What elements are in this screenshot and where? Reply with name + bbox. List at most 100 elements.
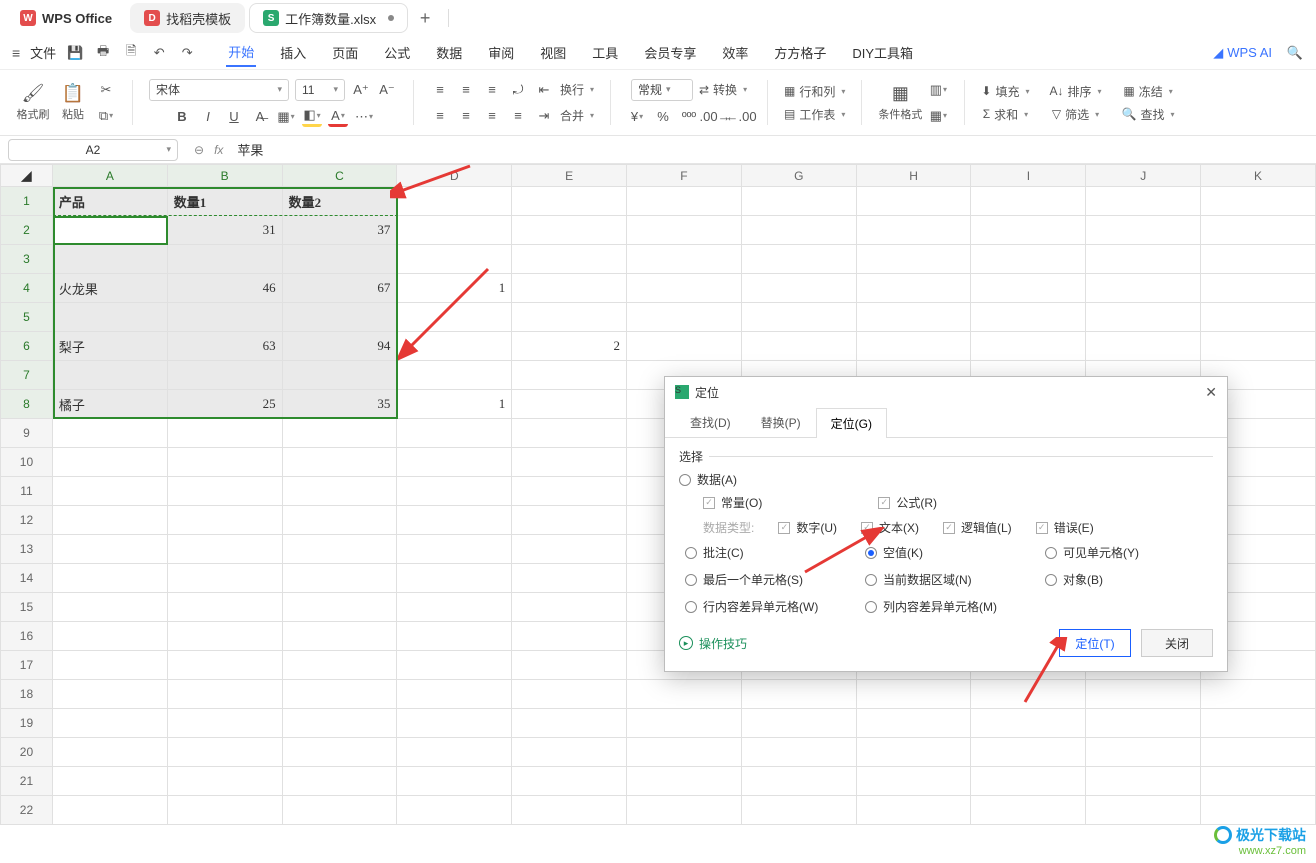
cell-G22[interactable] [741,796,856,825]
cell-B6[interactable]: 63 [167,332,282,361]
cell-B2[interactable]: 31 [167,216,282,245]
col-header-I[interactable]: I [971,165,1086,187]
cell-F2[interactable] [627,216,742,245]
paste-button[interactable]: 📋粘贴 [56,83,90,122]
wrap-button[interactable]: 换行 [560,81,594,98]
cell-G19[interactable] [741,709,856,738]
col-header-E[interactable]: E [512,165,627,187]
row-header-16[interactable]: 16 [1,622,53,651]
cell-F19[interactable] [627,709,742,738]
cell-B1[interactable]: 数量1 [167,187,282,216]
cell-B15[interactable] [167,593,282,622]
cell-J18[interactable] [1086,680,1201,709]
sum-button[interactable]: Σ 求和 [983,106,1028,123]
cell-J2[interactable] [1086,216,1201,245]
cell-B4[interactable]: 46 [167,274,282,303]
cell-K20[interactable] [1201,738,1316,767]
cell-D22[interactable] [397,796,512,825]
cell-J20[interactable] [1086,738,1201,767]
print-preview-icon[interactable]: 🗎 [122,44,140,62]
cell-B21[interactable] [167,767,282,796]
row-header-10[interactable]: 10 [1,448,53,477]
cell-I6[interactable] [971,332,1086,361]
tab-insert[interactable]: 插入 [278,39,308,66]
cell-A20[interactable] [52,738,167,767]
row-header-18[interactable]: 18 [1,680,53,709]
cell-G3[interactable] [741,245,856,274]
tab-view[interactable]: 视图 [538,39,568,66]
font-name-select[interactable]: 宋体▾ [149,79,289,101]
align-middle-icon[interactable]: ≡ [456,80,476,100]
cell-E14[interactable] [512,564,627,593]
tab-page[interactable]: 页面 [330,39,360,66]
fx-icon[interactable]: fx [214,143,223,157]
cell-A2[interactable]: 苹果 [52,216,167,245]
cell-G20[interactable] [741,738,856,767]
cell-K5[interactable] [1201,303,1316,332]
cell-K4[interactable] [1201,274,1316,303]
merge-button[interactable]: 合并 [560,107,594,124]
row-header-6[interactable]: 6 [1,332,53,361]
tab-vip[interactable]: 会员专享 [642,39,698,66]
cell-I19[interactable] [971,709,1086,738]
cell-I21[interactable] [971,767,1086,796]
cell-F4[interactable] [627,274,742,303]
cell-D13[interactable] [397,535,512,564]
cell-K21[interactable] [1201,767,1316,796]
col-header-G[interactable]: G [741,165,856,187]
cell-E22[interactable] [512,796,627,825]
cell-J3[interactable] [1086,245,1201,274]
comma-icon[interactable]: ººº [679,107,699,127]
cell-C6[interactable]: 94 [282,332,397,361]
row-header-1[interactable]: 1 [1,187,53,216]
cell-G4[interactable] [741,274,856,303]
tab-data[interactable]: 数据 [434,39,464,66]
tab-workbook[interactable]: S 工作簿数量.xlsx [249,3,408,33]
cell-B3[interactable] [167,245,282,274]
radio-object[interactable]: 对象(B) [1045,571,1205,588]
redo-icon[interactable]: ↷ [178,44,196,62]
cell-C22[interactable] [282,796,397,825]
cell-C3[interactable] [282,245,397,274]
cell-D12[interactable] [397,506,512,535]
cell-B5[interactable] [167,303,282,332]
fill-color-icon[interactable]: ◧ [302,107,322,127]
cell-J6[interactable] [1086,332,1201,361]
cell-E9[interactable] [512,419,627,448]
decrease-decimal-icon[interactable]: .00→ [705,107,725,127]
format-painter-button[interactable]: 🖌格式刷 [16,83,50,122]
fill-button[interactable]: ⬇ 填充 [981,83,1029,100]
cell-H4[interactable] [856,274,971,303]
cell-H1[interactable] [856,187,971,216]
cell-B7[interactable] [167,361,282,390]
cell-J4[interactable] [1086,274,1201,303]
cell-K22[interactable] [1201,796,1316,825]
save-icon[interactable]: 💾 [66,44,84,62]
cell-C5[interactable] [282,303,397,332]
tab-templates[interactable]: D 找稻壳模板 [130,3,245,33]
col-header-H[interactable]: H [856,165,971,187]
cell-B19[interactable] [167,709,282,738]
tab-formula[interactable]: 公式 [382,39,412,66]
cell-E2[interactable] [512,216,627,245]
indent-dec-icon[interactable]: ⇤ [534,80,554,100]
cell-K19[interactable] [1201,709,1316,738]
cell-C4[interactable]: 67 [282,274,397,303]
cell-E12[interactable] [512,506,627,535]
row-header-11[interactable]: 11 [1,477,53,506]
wps-ai-button[interactable]: ◢WPS AI [1213,45,1272,61]
undo-icon[interactable]: ↶ [150,44,168,62]
name-box[interactable]: A2 [8,139,178,161]
row-header-19[interactable]: 19 [1,709,53,738]
tab-home[interactable]: 开始 [226,38,256,67]
tab-diy[interactable]: DIY工具箱 [850,39,915,66]
tab-replace[interactable]: 替换(P) [746,407,816,437]
decrease-font-icon[interactable]: A⁻ [377,80,397,100]
cell-E21[interactable] [512,767,627,796]
tab-ffgz[interactable]: 方方格子 [772,39,828,66]
cell-I22[interactable] [971,796,1086,825]
row-header-12[interactable]: 12 [1,506,53,535]
cell-B11[interactable] [167,477,282,506]
cell-A12[interactable] [52,506,167,535]
col-header-A[interactable]: A [52,165,167,187]
